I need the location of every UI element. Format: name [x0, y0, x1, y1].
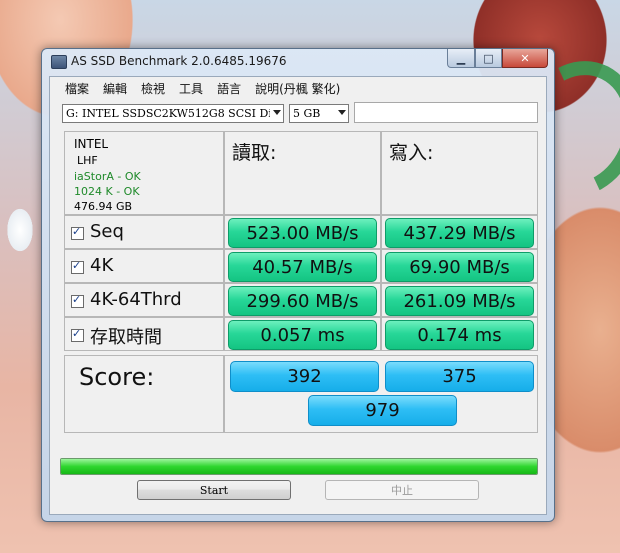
menu-help[interactable]: 說明(丹楓 繁化)	[248, 77, 347, 97]
title-bar[interactable]: AS SSD Benchmark 2.0.6485.19676 ▁ □ ✕	[42, 49, 554, 74]
drive-select-value: G: INTEL SSDSC2KW512G8 SCSI Disk I	[66, 107, 270, 120]
minimize-button[interactable]: ▁	[447, 49, 475, 68]
alignment-status: 1024 K - OK	[74, 185, 140, 198]
driver-status: iaStorA - OK	[74, 170, 141, 183]
4k-read-cell: 40.57 MB/s	[224, 249, 381, 283]
start-button[interactable]: Start	[137, 480, 291, 500]
menu-edit[interactable]: 編輯	[96, 77, 134, 97]
write-header-panel: 寫入:	[381, 131, 538, 215]
4k-read-result: 40.57 MB/s	[228, 252, 377, 282]
seq-read-cell: 523.00 MB/s	[224, 215, 381, 249]
4k-64thrd-label: 4K-64Thrd	[90, 289, 182, 310]
test-row-4k-64thrd: 4K-64Thrd	[64, 283, 224, 317]
write-column-header: 寫入:	[389, 142, 434, 164]
access-time-label: 存取時間	[90, 327, 162, 348]
drive-model: INTEL	[74, 137, 109, 151]
4k-64thrd-write-result: 261.09 MB/s	[385, 286, 534, 316]
total-progress-bar	[60, 458, 538, 475]
drive-capacity: 476.94 GB	[74, 200, 133, 213]
4k-checkbox[interactable]	[71, 259, 84, 274]
read-column-header: 讀取:	[232, 142, 277, 164]
score-panel: 392 375 979	[224, 355, 538, 433]
close-icon: ✕	[520, 51, 530, 65]
4k-64thrd-read-cell: 299.60 MB/s	[224, 283, 381, 317]
test-row-access-time: 存取時間	[64, 317, 224, 351]
drive-select[interactable]: G: INTEL SSDSC2KW512G8 SCSI Disk I	[62, 104, 284, 123]
access-time-write-cell: 0.174 ms	[381, 317, 538, 351]
test-row-seq: Seq	[64, 215, 224, 249]
extra-field[interactable]	[354, 102, 538, 123]
read-header-panel: 讀取:	[224, 131, 381, 215]
seq-checkbox[interactable]	[71, 225, 84, 240]
menu-bar: 檔案 編輯 檢視 工具 語言 說明(丹楓 繁化)	[50, 77, 546, 97]
minimize-icon: ▁	[456, 51, 466, 65]
total-progress-fill	[61, 459, 537, 474]
seq-label: Seq	[90, 221, 124, 242]
menu-language[interactable]: 語言	[210, 77, 248, 97]
menu-file[interactable]: 檔案	[58, 77, 96, 97]
4k-64thrd-checkbox[interactable]	[71, 293, 84, 308]
close-button[interactable]: ✕	[502, 49, 548, 68]
4k-write-result: 69.90 MB/s	[385, 252, 534, 282]
app-icon	[51, 55, 67, 69]
score-read: 392	[230, 361, 379, 392]
drive-info-panel: INTEL LHF iaStorA - OK 1024 K - OK 476.9…	[64, 131, 224, 215]
menu-tools[interactable]: 工具	[172, 77, 210, 97]
stop-button[interactable]: 中止	[325, 480, 479, 500]
maximize-icon: □	[483, 51, 494, 65]
access-time-read-result: 0.057 ms	[228, 320, 377, 350]
4k-write-cell: 69.90 MB/s	[381, 249, 538, 283]
score-label-panel: Score:	[64, 355, 224, 433]
4k-64thrd-read-result: 299.60 MB/s	[228, 286, 377, 316]
4k-64thrd-write-cell: 261.09 MB/s	[381, 283, 538, 317]
client-area: 檔案 編輯 檢視 工具 語言 說明(丹楓 繁化) G: INTEL SSDSC2…	[49, 76, 547, 515]
chevron-down-icon	[338, 110, 346, 115]
seq-write-result: 437.29 MB/s	[385, 218, 534, 248]
chevron-down-icon	[273, 110, 281, 115]
access-time-write-result: 0.174 ms	[385, 320, 534, 350]
access-time-read-cell: 0.057 ms	[224, 317, 381, 351]
test-row-4k: 4K	[64, 249, 224, 283]
menu-view[interactable]: 檢視	[134, 77, 172, 97]
score-label: Score:	[79, 363, 155, 391]
background-bird	[0, 195, 42, 265]
access-time-checkbox[interactable]	[71, 327, 84, 342]
4k-label: 4K	[90, 255, 114, 276]
window-title: AS SSD Benchmark 2.0.6485.19676	[71, 54, 287, 68]
seq-read-result: 523.00 MB/s	[228, 218, 377, 248]
app-window: AS SSD Benchmark 2.0.6485.19676 ▁ □ ✕ 檔案…	[41, 48, 555, 522]
size-select[interactable]: 5 GB	[289, 104, 349, 123]
size-select-value: 5 GB	[293, 107, 321, 120]
maximize-button[interactable]: □	[475, 49, 502, 68]
drive-firmware: LHF	[77, 154, 98, 167]
window-controls: ▁ □ ✕	[447, 49, 548, 68]
seq-write-cell: 437.29 MB/s	[381, 215, 538, 249]
score-write: 375	[385, 361, 534, 392]
score-total: 979	[308, 395, 457, 426]
